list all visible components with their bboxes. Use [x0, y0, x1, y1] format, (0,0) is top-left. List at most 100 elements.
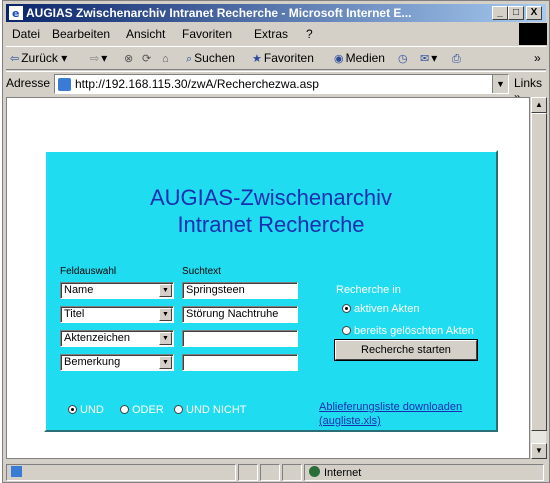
chevron-down-icon[interactable]: ▼	[159, 284, 172, 297]
toolbar: ⇦ Zurück ▾ ⇨ ▾ ⊗ ⟳ ⌂ ⌕ Suchen ★ Favoriten ◉ M…	[6, 46, 546, 70]
browser-window: e AUGIAS Zwischenarchiv Intranet Recherc…	[2, 0, 550, 483]
page-title: AUGIAS-Zwischenarchiv Intranet Recherche	[46, 184, 496, 238]
radio-unselected-icon[interactable]	[342, 326, 351, 335]
scroll-thumb[interactable]	[531, 113, 547, 431]
stop-button[interactable]: ⊗	[124, 51, 135, 65]
radio-unselected-icon[interactable]	[120, 405, 129, 414]
field-select-2[interactable]: Titel ▼	[60, 306, 174, 323]
history-button[interactable]: ◷	[398, 51, 410, 65]
page-status-icon	[11, 466, 22, 477]
mail-button[interactable]: ✉ ▾	[420, 51, 437, 65]
start-search-button[interactable]: Recherche starten	[335, 340, 477, 360]
history-icon: ◷	[398, 53, 408, 65]
logic-radio-und[interactable]: UND	[68, 404, 104, 416]
search-input-3[interactable]	[182, 330, 298, 347]
search-input-2[interactable]: Störung Nachtruhe	[182, 306, 298, 323]
back-arrow-icon: ⇦	[10, 53, 20, 65]
field-select-value: Titel	[64, 308, 85, 320]
maximize-button[interactable]: □	[508, 6, 524, 20]
page-icon	[58, 78, 71, 91]
favorites-button[interactable]: ★ Favoriten	[252, 51, 314, 65]
search-icon: ⌕	[186, 53, 193, 65]
stop-icon: ⊗	[124, 53, 134, 65]
scope-radio-active[interactable]: aktiven Akten	[342, 303, 419, 315]
print-button[interactable]: ⎙	[452, 51, 463, 66]
scope-radio-deleted[interactable]: bereits gelöschten Akten	[342, 325, 474, 337]
links-label: Links	[514, 76, 543, 90]
radio-unselected-icon[interactable]	[174, 405, 183, 414]
print-icon: ⎙	[452, 53, 461, 65]
zone-label: Internet	[324, 467, 362, 479]
toolbar-overflow-icon[interactable]: »	[534, 51, 541, 65]
logic-label-und-nicht: UND NICHT	[186, 404, 247, 416]
media-label: Medien	[345, 51, 385, 65]
field-select-value: Name	[64, 284, 94, 296]
menu-ansicht[interactable]: Ansicht	[126, 27, 165, 41]
menu-datei[interactable]: Datei	[12, 27, 40, 41]
zone-indicator: Internet	[304, 464, 544, 481]
logic-radio-oder[interactable]: ODER	[120, 404, 164, 416]
menu-bearbeiten[interactable]: Bearbeiten	[52, 27, 110, 41]
close-button[interactable]: X	[526, 6, 542, 20]
status-text	[6, 464, 236, 481]
menu-extras[interactable]: Extras	[254, 27, 288, 41]
chevron-down-icon[interactable]: ▼	[159, 356, 172, 369]
page-title-line2: Intranet Recherche	[177, 212, 365, 237]
chevron-down-icon[interactable]: ▼	[492, 75, 508, 93]
vertical-scrollbar[interactable]: ▲ ▼	[530, 97, 547, 459]
menu-help[interactable]: ?	[306, 27, 313, 41]
windows-logo-throbber	[519, 23, 547, 45]
download-link-line2: (augliste.xls)	[319, 415, 381, 427]
address-label: Adresse	[6, 76, 51, 90]
refresh-button[interactable]: ⟳	[142, 51, 153, 65]
menu-favoriten[interactable]: Favoriten	[182, 27, 232, 41]
search-header: Suchtext	[182, 266, 221, 277]
logic-radio-und-nicht[interactable]: UND NICHT	[174, 404, 247, 416]
status-cell	[260, 464, 280, 481]
field-select-4[interactable]: Bemerkung ▼	[60, 354, 174, 371]
back-label: Zurück	[21, 51, 58, 65]
field-header: Feldauswahl	[60, 266, 117, 277]
recherche-in-label: Recherche in	[336, 284, 401, 296]
address-input[interactable]: http://192.168.115.30/zwA/Recherchezwa.a…	[54, 74, 509, 94]
radio-selected-icon[interactable]	[68, 405, 77, 414]
menu-bar: Datei Bearbeiten Ansicht Favoriten Extra…	[6, 25, 546, 43]
page-title-line1: AUGIAS-Zwischenarchiv	[149, 185, 393, 210]
status-cell	[282, 464, 302, 481]
search-panel: AUGIAS-Zwischenarchiv Intranet Recherche…	[44, 150, 498, 432]
field-select-3[interactable]: Aktenzeichen ▼	[60, 330, 174, 347]
scroll-up-icon[interactable]: ▲	[531, 97, 547, 113]
address-bar: Adresse http://192.168.115.30/zwA/Recher…	[6, 71, 546, 104]
download-link[interactable]: Ablieferungsliste downloaden (augliste.x…	[319, 400, 462, 428]
media-button[interactable]: ◉ Medien	[334, 51, 385, 65]
mail-icon: ✉	[420, 53, 430, 65]
home-button[interactable]: ⌂	[162, 51, 171, 65]
chevron-down-icon[interactable]: ▼	[159, 332, 172, 345]
media-icon: ◉	[334, 53, 344, 65]
ie-icon: e	[9, 6, 23, 20]
logic-label-oder: ODER	[132, 404, 164, 416]
download-link-line1: Ablieferungsliste downloaden	[319, 401, 463, 413]
logic-label-und: UND	[80, 404, 104, 416]
scope-label-active: aktiven Akten	[354, 303, 420, 315]
field-select-1[interactable]: Name ▼	[60, 282, 174, 299]
home-icon: ⌂	[162, 53, 169, 65]
scroll-down-icon[interactable]: ▼	[531, 443, 547, 459]
field-select-value: Aktenzeichen	[64, 332, 131, 344]
radio-selected-icon[interactable]	[342, 304, 351, 313]
forward-button[interactable]: ⇨ ▾	[90, 51, 107, 65]
refresh-icon: ⟳	[142, 53, 152, 65]
back-button[interactable]: ⇦ Zurück ▾	[10, 51, 67, 65]
search-button[interactable]: ⌕ Suchen	[186, 51, 235, 66]
svg-text:e: e	[12, 7, 19, 20]
title-bar[interactable]: e AUGIAS Zwischenarchiv Intranet Recherc…	[6, 4, 546, 22]
status-bar: Internet	[6, 462, 546, 482]
search-input-1[interactable]: Springsteen	[182, 282, 298, 299]
search-input-4[interactable]	[182, 354, 298, 371]
favorites-label: Favoriten	[263, 51, 314, 65]
status-cell	[238, 464, 258, 481]
minimize-button[interactable]: _	[492, 6, 508, 20]
favorites-icon: ★	[252, 53, 262, 65]
chevron-down-icon[interactable]: ▼	[159, 308, 172, 321]
address-url: http://192.168.115.30/zwA/Recherchezwa.a…	[75, 77, 319, 91]
